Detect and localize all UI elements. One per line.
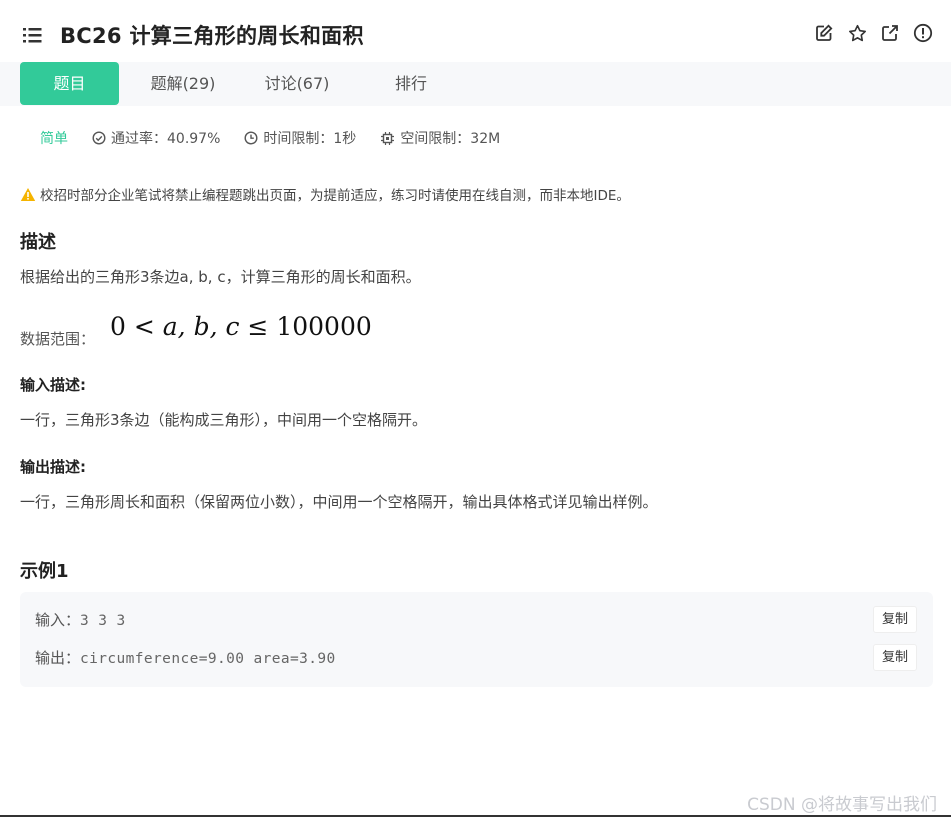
tab-problem[interactable]: 题目 [20, 62, 119, 105]
header-actions [814, 22, 933, 44]
warning-icon [20, 187, 36, 201]
output-desc-heading: 输出描述: [20, 458, 86, 476]
example-input-row: 输入： 3 3 3 [35, 609, 126, 630]
example-output-label: 输出： [35, 649, 81, 667]
report-icon[interactable] [913, 22, 933, 44]
problem-header: BC26 计算三角形的周长和面积 [0, 0, 951, 62]
tab-solutions[interactable]: 题解(29) [133, 62, 233, 105]
tab-discussion[interactable]: 讨论(67) [247, 62, 347, 105]
space-limit: 空间限制：32M [380, 128, 500, 148]
pass-rate-text: 通过率：40.97% [111, 131, 221, 147]
problem-tabs: 题目 题解(29) 讨论(67) 排行 [0, 62, 951, 106]
example-output-value[interactable]: circumference=9.00 area=3.90 [80, 651, 336, 667]
copy-input-button[interactable]: 复制 [873, 606, 917, 633]
space-limit-text: 空间限制：32M [400, 131, 501, 147]
copy-output-button[interactable]: 复制 [873, 644, 917, 671]
input-desc-heading: 输入描述: [20, 376, 86, 394]
star-icon[interactable] [847, 22, 867, 44]
range-formula: 0 < a, b, c ≤ 100000 [110, 312, 372, 341]
tab-ranking[interactable]: 排行 [361, 62, 461, 105]
clock-icon [244, 131, 258, 145]
pass-rate: 通过率：40.97% [92, 128, 220, 148]
exam-notice: 校招时部分企业笔试将禁止编程题跳出页面，为提前适应，练习时请使用在线自测，而非本… [20, 184, 630, 204]
range-label: 数据范围： [20, 330, 96, 348]
description-heading: 描述 [20, 232, 56, 253]
chip-icon [381, 131, 395, 145]
problem-title: BC26 计算三角形的周长和面积 [60, 24, 364, 48]
share-icon[interactable] [880, 22, 900, 44]
example-heading: 示例1 [20, 561, 69, 582]
example-box: 输入： 3 3 3 复制 输出： circumference=9.00 area… [20, 592, 933, 687]
list-icon[interactable] [22, 26, 44, 44]
example-output-row: 输出： circumference=9.00 area=3.90 [35, 647, 336, 668]
time-limit-text: 时间限制：1秒 [263, 131, 357, 147]
watermark: CSDN @将故事写出我们 [747, 795, 937, 815]
output-desc-text: 一行，三角形周长和面积（保留两位小数），中间用一个空格隔开，输出具体格式详见输出… [20, 493, 658, 511]
bottom-divider [0, 815, 951, 817]
check-circle-icon [92, 131, 106, 145]
notice-text: 校招时部分企业笔试将禁止编程题跳出页面，为提前适应，练习时请使用在线自测，而非本… [40, 188, 630, 204]
time-limit: 时间限制：1秒 [244, 128, 356, 148]
problem-meta: 简单 通过率：40.97% 时间限制：1秒 空间限制：32M [40, 128, 524, 148]
edit-icon[interactable] [814, 22, 834, 44]
difficulty-badge: 简单 [40, 131, 68, 147]
input-desc-text: 一行，三角形3条边（能构成三角形），中间用一个空格隔开。 [20, 411, 428, 429]
example-input-label: 输入： [35, 611, 81, 629]
description-text: 根据给出的三角形3条边a, b, c，计算三角形的周长和面积。 [20, 268, 421, 286]
example-input-value[interactable]: 3 3 3 [80, 613, 126, 629]
